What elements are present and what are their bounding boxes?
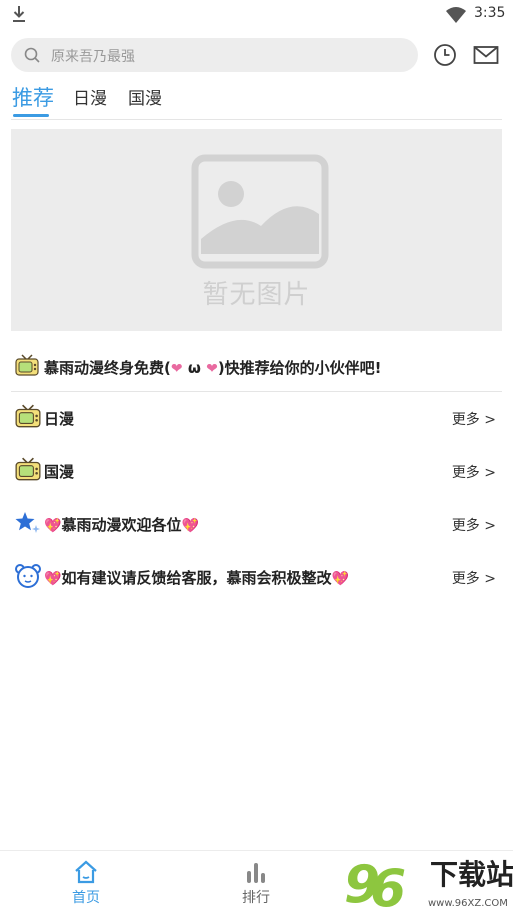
wifi-icon: [446, 7, 466, 23]
heart-icon: 💖: [44, 571, 62, 587]
ranking-bars-icon: [247, 863, 265, 883]
nav-home-label: 首页: [72, 890, 100, 906]
watermark-text: 下载站: [430, 858, 513, 891]
tab-active-indicator: [13, 114, 49, 117]
image-placeholder-icon: [191, 154, 329, 269]
status-time: 3:35: [474, 5, 506, 21]
nav-ranking-label: 排行: [242, 890, 270, 906]
search-placeholder: 原来吾乃最强: [51, 49, 135, 65]
section-title: 日漫: [44, 410, 75, 428]
notice-row: 慕雨动漫终身免费(❤ ω ❤)快推荐给你的小伙伴吧!: [12, 352, 502, 382]
history-clock-icon[interactable]: [433, 43, 457, 67]
banner-placeholder-text: 暂无图片: [202, 280, 311, 310]
more-link[interactable]: 更多 >: [452, 409, 496, 429]
heart-icon: 💖: [331, 571, 349, 587]
section-chinese-anime: 国漫 更多 >: [12, 456, 502, 486]
tab-chinese-anime[interactable]: 国漫: [128, 84, 162, 109]
nav-home[interactable]: 首页: [36, 851, 136, 912]
tv-icon: [15, 354, 39, 376]
bear-icon: [15, 564, 41, 588]
mail-icon[interactable]: [473, 44, 499, 66]
star-icon: [15, 512, 40, 533]
more-link[interactable]: 更多 >: [452, 515, 496, 535]
watermark-url: www.96XZ.COM: [428, 898, 508, 909]
more-link[interactable]: 更多 >: [452, 568, 496, 588]
search-input[interactable]: 原来吾乃最强: [11, 38, 418, 72]
heart-icon: ❤: [206, 361, 218, 377]
nav-ranking[interactable]: 排行: [206, 851, 306, 912]
notice-text: 慕雨动漫终身免费(❤ ω ❤)快推荐给你的小伙伴吧!: [44, 359, 382, 377]
category-tabs: 推荐 日漫 国漫: [0, 84, 513, 120]
tv-icon: [15, 457, 41, 481]
section-japanese-anime: 日漫 更多 >: [12, 403, 502, 433]
section-title: 国漫: [44, 463, 75, 481]
svg-text:6: 6: [370, 859, 406, 911]
section-welcome: 💖慕雨动漫欢迎各位💖 更多 >: [12, 509, 502, 539]
site-watermark-logo: 9 6 下载站 www.96XZ.COM: [344, 855, 513, 911]
banner[interactable]: 暂无图片: [11, 129, 502, 331]
divider: [11, 391, 502, 392]
more-link[interactable]: 更多 >: [452, 462, 496, 482]
section-feedback: 💖如有建议请反馈给客服，慕雨会积极整改💖 更多 >: [12, 562, 502, 592]
heart-icon: 💖: [181, 518, 199, 534]
section-title: 💖如有建议请反馈给客服，慕雨会积极整改💖: [44, 569, 349, 587]
heart-icon: 💖: [44, 518, 62, 534]
section-title: 💖慕雨动漫欢迎各位💖: [44, 516, 199, 534]
home-icon: [75, 860, 97, 884]
status-bar: 3:35: [0, 0, 513, 28]
tab-japanese-anime[interactable]: 日漫: [73, 84, 107, 109]
heart-icon: ❤: [170, 361, 183, 377]
download-icon: [13, 6, 25, 22]
tab-recommend[interactable]: 推荐: [12, 82, 54, 112]
search-icon: [24, 47, 40, 63]
tabs-divider: [11, 119, 502, 120]
tv-icon: [15, 404, 41, 428]
